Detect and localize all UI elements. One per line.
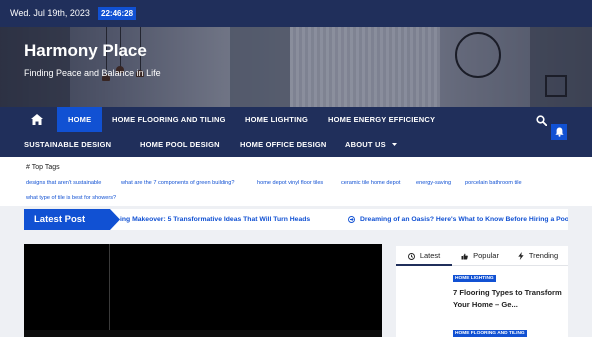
sidebar-tabs: Latest Popular Trending: [396, 246, 568, 266]
tab-popular-label: Popular: [473, 251, 499, 260]
sidebar-post-title[interactable]: 7 Flooring Types to Transform Your Home …: [453, 287, 565, 311]
tag-link[interactable]: energy-saving: [416, 180, 451, 186]
category-badge[interactable]: HOME LIGHTING: [453, 275, 496, 282]
tag-link[interactable]: what are the 7 components of green build…: [121, 180, 235, 186]
chevron-down-icon: [392, 143, 398, 147]
tab-latest-label: Latest: [419, 251, 441, 260]
tab-popular[interactable]: Popular: [452, 246, 508, 266]
ticker-items: ing Makeover: 5 Transformative Ideas Tha…: [120, 209, 568, 230]
hash-icon: #: [26, 164, 30, 171]
lightning-icon: [518, 252, 524, 261]
search-button[interactable]: [536, 113, 548, 127]
current-time-badge: 22:46:28: [98, 7, 137, 20]
main-navigation: HOME HOME FLOORING AND TILING HOME LIGHT…: [0, 107, 592, 157]
latest-post-label: Latest Post: [24, 209, 120, 230]
home-icon: [31, 114, 43, 125]
tab-trending[interactable]: Trending: [508, 246, 568, 266]
featured-video-player[interactable]: [24, 244, 382, 337]
nav-item-about-us[interactable]: ABOUT US: [345, 132, 398, 157]
nav-item-home-energy-efficiency[interactable]: HOME ENERGY EFFICIENCY: [328, 107, 435, 132]
nav-item-home-flooring-and-tiling[interactable]: HOME FLOORING AND TILING: [112, 107, 226, 132]
ticker-post-link[interactable]: Dreaming of an Oasis? Here's What to Kno…: [360, 209, 568, 230]
tag-link[interactable]: designs that aren't sustainable: [26, 180, 101, 186]
current-date: Wed. Jul 19th, 2023: [10, 8, 90, 18]
top-tags-heading: # Top Tags: [26, 164, 60, 171]
nav-item-sustainable-design[interactable]: SUSTAINABLE DESIGN: [24, 132, 111, 157]
site-tagline: Finding Peace and Balance in Life: [24, 68, 161, 78]
subscribe-bell-button[interactable]: [551, 124, 567, 140]
tab-latest[interactable]: Latest: [396, 246, 452, 266]
bell-icon: [554, 127, 564, 137]
category-badge[interactable]: HOME FLOORING AND TILING: [453, 330, 527, 337]
nav-item-about-us-label: ABOUT US: [345, 140, 386, 149]
tab-trending-label: Trending: [528, 251, 559, 260]
tag-link[interactable]: home depot vinyl floor tiles: [257, 180, 323, 186]
tag-link[interactable]: what type of tile is best for showers?: [26, 195, 116, 201]
nav-item-home-office-design[interactable]: HOME OFFICE DESIGN: [240, 132, 327, 157]
sidebar-tab-widget: Latest Popular Trending HOME LIGHTING 7 …: [396, 246, 568, 337]
nav-item-home-pool-design[interactable]: HOME POOL DESIGN: [140, 132, 220, 157]
tag-link[interactable]: ceramic tile home depot: [341, 180, 400, 186]
top-tags-section: # Top Tags designs that aren't sustainab…: [0, 157, 592, 206]
site-title[interactable]: Harmony Place: [24, 41, 147, 61]
latest-post-ticker: Latest Post ing Makeover: 5 Transformati…: [24, 209, 568, 230]
nav-item-home-lighting[interactable]: HOME LIGHTING: [245, 107, 308, 132]
thumbs-up-icon: [461, 253, 468, 260]
arrow-right-circle-icon: [348, 216, 355, 223]
top-bar: Wed. Jul 19th, 2023 22:46:28: [0, 0, 592, 27]
site-header-banner: Harmony Place Finding Peace and Balance …: [0, 27, 592, 107]
video-control-bar[interactable]: [24, 330, 382, 337]
tag-link[interactable]: porcelain bathroom tile: [465, 180, 522, 186]
ticker-post-link[interactable]: ing Makeover: 5 Transformative Ideas Tha…: [120, 209, 310, 230]
search-icon: [536, 115, 548, 127]
clock-icon: [407, 252, 415, 260]
top-tags-label: Top Tags: [31, 164, 60, 171]
video-frame-divider: [109, 244, 110, 337]
nav-item-home[interactable]: HOME: [57, 107, 103, 132]
nav-home-icon-button[interactable]: [24, 107, 50, 132]
